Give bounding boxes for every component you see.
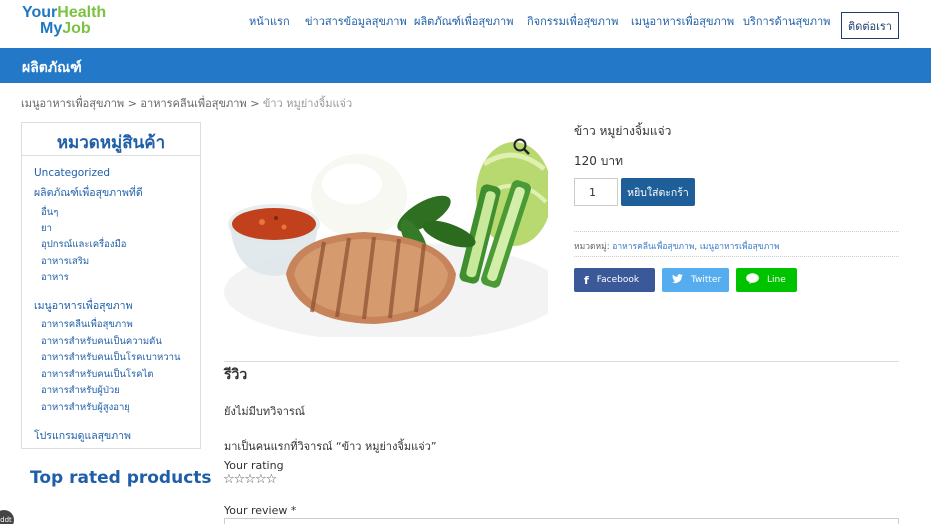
breadcrumb-separator: >: [250, 97, 260, 110]
product-category-link[interactable]: อาหารคลีนเพื่อสุขภาพ: [612, 242, 694, 252]
site-header: YourHealth MyJob หน้าแรก ข่าวสารข้อมูลสุ…: [0, 0, 931, 48]
facebook-label: Facebook: [596, 275, 640, 285]
reviews-divider: [224, 361, 899, 362]
rating-label: Your rating: [224, 459, 284, 472]
logo-text-health: Health: [57, 4, 107, 21]
category-subitem[interactable]: อุปกรณ์และเครื่องมือ: [41, 237, 126, 252]
category-item[interactable]: โปรแกรมดูแลสุขภาพ: [34, 427, 131, 444]
nav-health-services[interactable]: บริการด้านสุขภาพ: [743, 12, 830, 30]
page-banner: ผลิตภัณฑ์: [0, 48, 931, 83]
nav-health-products[interactable]: ผลิตภัณฑ์เพื่อสุขภาพ: [414, 12, 513, 30]
star-rating-input[interactable]: ☆☆☆☆☆: [223, 472, 277, 487]
twitter-label: Twitter: [691, 275, 722, 285]
twitter-share-button[interactable]: Twitter: [662, 268, 729, 292]
category-subitem[interactable]: อาหารสำหรับผู้ป่วย: [41, 383, 120, 398]
logo-text-your: Your: [22, 4, 58, 21]
nav-health-activities[interactable]: กิจกรรมเพื่อสุขภาพ: [527, 12, 618, 30]
line-share-button[interactable]: Line: [736, 268, 797, 292]
review-textarea[interactable]: [224, 518, 899, 524]
facebook-icon: f: [584, 273, 589, 287]
logo-text-job: Job: [62, 20, 91, 37]
no-reviews-text: ยังไม่มีบทวิจารณ์: [224, 405, 305, 418]
category-subitem[interactable]: อื่นๆ: [41, 205, 58, 220]
category-item[interactable]: ผลิตภัณฑ์เพื่อสุขภาพที่ดี: [34, 184, 143, 201]
category-subitem[interactable]: อาหารคลีนเพื่อสุขภาพ: [41, 317, 133, 332]
add-to-cart-button[interactable]: หยิบใส่ตะกร้า: [621, 178, 695, 206]
site-logo[interactable]: YourHealth MyJob: [22, 5, 106, 37]
product-image[interactable]: [224, 124, 548, 337]
review-label: Your review *: [224, 504, 297, 517]
breadcrumb-current: ข้าว หมูย่างจิ้มแจ่ว: [262, 97, 353, 110]
nav-healthy-menu[interactable]: เมนูอาหารเพื่อสุขภาพ: [631, 12, 734, 30]
line-icon: [746, 273, 759, 287]
category-subitem[interactable]: ยา: [41, 221, 52, 236]
category-item[interactable]: Uncategorized: [34, 167, 110, 179]
breadcrumb-link-menu[interactable]: เมนูอาหารเพื่อสุขภาพ: [21, 97, 124, 110]
category-subitem[interactable]: อาหารสำหรับคนเป็นโรคไต: [41, 367, 153, 382]
twitter-icon: [672, 273, 683, 287]
category-subitem[interactable]: อาหารเสริม: [41, 254, 89, 269]
category-subitem[interactable]: อาหาร: [41, 270, 69, 285]
product-title: ข้าว หมูย่างจิ้มแจ่ว: [574, 124, 672, 138]
logo-text-my: My: [40, 20, 63, 37]
contact-button[interactable]: ติดต่อเรา: [841, 12, 899, 39]
product-price: 120 บาท: [574, 154, 623, 168]
breadcrumb: เมนูอาหารเพื่อสุขภาพ > อาหารคลีนเพื่อสุข…: [21, 94, 352, 112]
nav-health-news[interactable]: ข่าวสารข้อมูลสุขภาพ: [305, 12, 407, 30]
top-rated-heading: Top rated products: [30, 468, 212, 488]
product-meta: หมวดหมู่: อาหารคลีนเพื่อสุขภาพ, เมนูอาหา…: [574, 231, 899, 257]
page-title: ผลิตภัณฑ์: [22, 60, 82, 76]
breadcrumb-separator: >: [127, 97, 137, 110]
zoom-icon[interactable]: [512, 137, 532, 157]
sidebar-title: หมวดหมู่สินค้า: [22, 123, 200, 156]
category-subitem[interactable]: อาหารสำหรับคนเป็นความดัน: [41, 334, 162, 349]
line-label: Line: [767, 275, 786, 285]
first-review-prompt: มาเป็นคนแรกที่วิจารณ์ “ข้าว หมูย่างจิ้มแ…: [224, 440, 437, 453]
reviews-heading: รีวิว: [224, 367, 248, 383]
quantity-input[interactable]: [574, 178, 618, 206]
grilled-pork-rice-image: [224, 142, 548, 337]
breadcrumb-link-clean-food[interactable]: อาหารคลีนเพื่อสุขภาพ: [140, 97, 246, 110]
category-sidebar: หมวดหมู่สินค้า Uncategorized ผลิตภัณฑ์เพ…: [21, 122, 201, 449]
category-label: หมวดหมู่:: [574, 242, 610, 252]
category-subitem[interactable]: อาหารสำหรับผู้สูงอายุ: [41, 400, 130, 415]
facebook-share-button[interactable]: f Facebook: [574, 268, 655, 292]
product-category-link[interactable]: เมนูอาหารเพื่อสุขภาพ: [700, 242, 780, 252]
corner-badge[interactable]: ddt: [0, 510, 14, 524]
category-subitem[interactable]: อาหารสำหรับคนเป็นโรคเบาหวาน: [41, 350, 181, 365]
category-item[interactable]: เมนูอาหารเพื่อสุขภาพ: [34, 297, 133, 314]
nav-home[interactable]: หน้าแรก: [249, 12, 290, 30]
